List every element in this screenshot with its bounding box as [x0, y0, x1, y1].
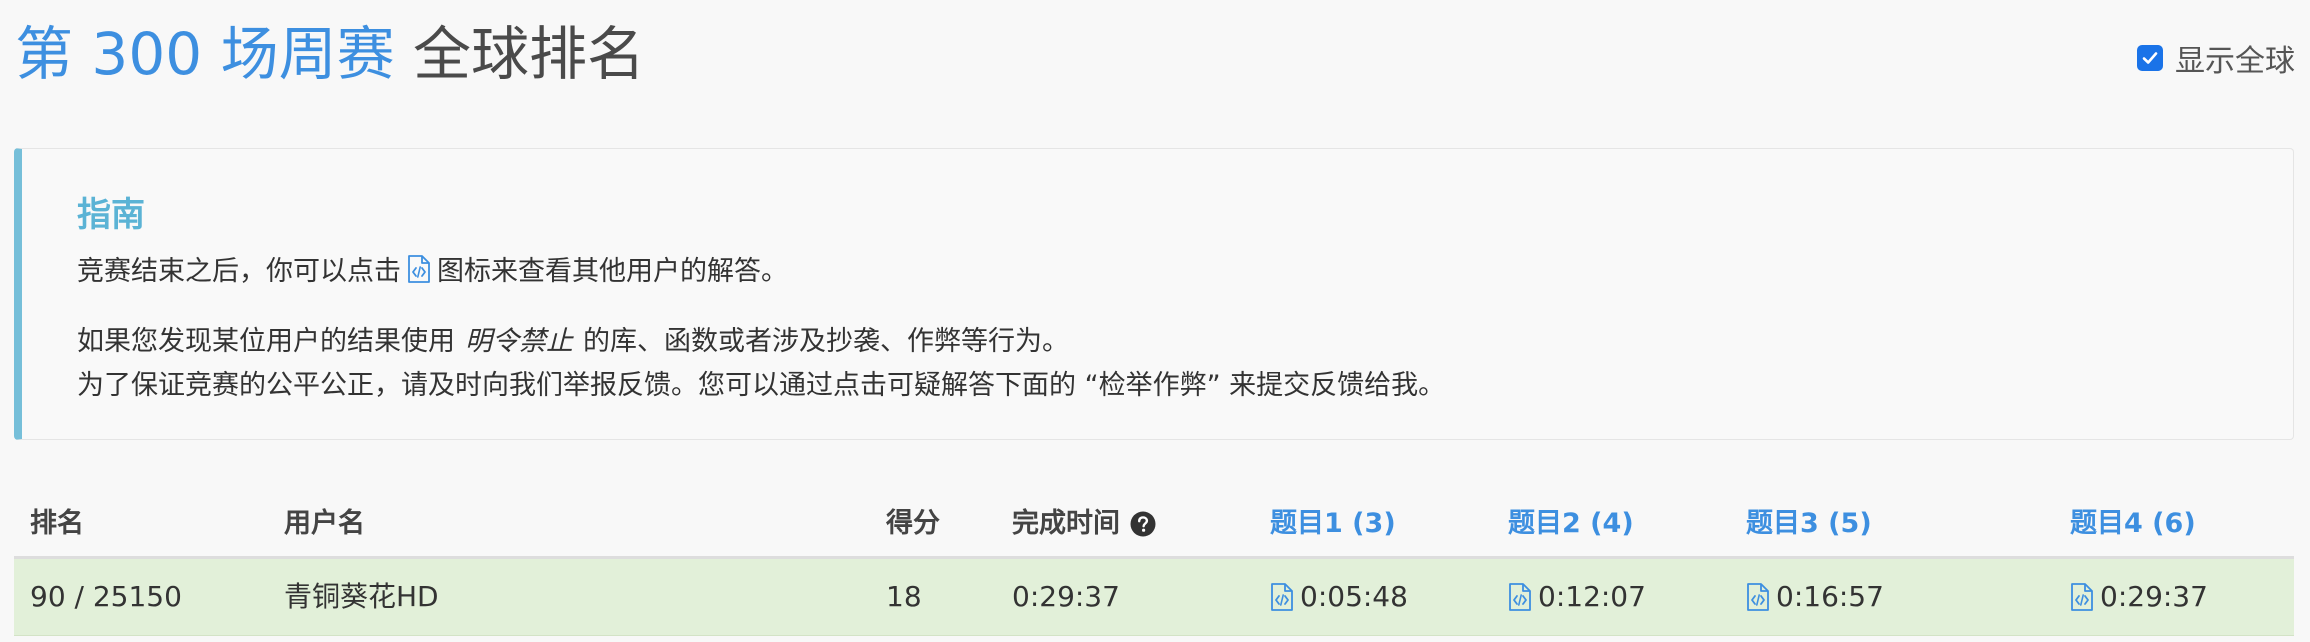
show-global-checkbox[interactable]	[2137, 45, 2163, 71]
ranking-table: 排名 用户名 得分 完成时间 题目1 (3) 题目2 (4) 题目3 (5) 题…	[14, 492, 2294, 636]
q2-time: 0:12:07	[1538, 580, 1646, 613]
username-cell[interactable]: 青铜葵花HD	[284, 559, 439, 635]
finish-time-label: 完成时间	[1012, 508, 1120, 539]
q1-cell: 0:05:48	[1270, 559, 1408, 635]
page-title: 第 300 场周赛 全球排名	[15, 14, 645, 94]
finish-time-cell: 0:29:37	[1012, 580, 1120, 613]
contest-title: 第 300 场周赛	[15, 20, 395, 88]
code-file-icon[interactable]	[1746, 583, 1770, 611]
score-cell: 18	[886, 580, 922, 613]
guide-line-2-emphasis: 明令禁止	[465, 326, 573, 357]
column-header-q1[interactable]: 题目1 (3)	[1270, 492, 1396, 556]
q4-cell: 0:29:37	[2070, 559, 2208, 635]
guide-panel: 指南 竞赛结束之后，你可以点击 图标来查看其他用户的解答。 如果您发现某位用户的…	[14, 148, 2294, 440]
rank-cell: 90 / 25150	[30, 580, 182, 613]
q3-time: 0:16:57	[1776, 580, 1884, 613]
column-header-rank: 排名	[30, 508, 84, 539]
q2-cell: 0:12:07	[1508, 559, 1646, 635]
code-file-icon[interactable]	[2070, 583, 2094, 611]
column-header-q4[interactable]: 题目4 (6)	[2070, 492, 2196, 556]
table-row: 90 / 25150 青铜葵花HD 18 0:29:37 0:05:48 0:1…	[14, 559, 2294, 636]
guide-title: 指南	[77, 195, 145, 235]
guide-line-2-before: 如果您发现某位用户的结果使用	[77, 326, 455, 357]
title-suffix: 全球排名	[413, 20, 646, 88]
column-header-score: 得分	[886, 508, 940, 539]
guide-line-1-after: 图标来查看其他用户的解答。	[437, 256, 788, 287]
column-header-q3[interactable]: 题目3 (5)	[1746, 492, 1872, 556]
column-header-finish-time: 完成时间	[1012, 492, 1156, 556]
q1-time: 0:05:48	[1300, 580, 1408, 613]
column-header-q2[interactable]: 题目2 (4)	[1508, 492, 1634, 556]
guide-line-3: 为了保证竞赛的公平公正，请及时向我们举报反馈。您可以通过点击可疑解答下面的 “检…	[77, 363, 1445, 402]
show-global-toggle[interactable]: 显示全球	[2137, 40, 2295, 79]
checkmark-icon	[2142, 52, 2158, 64]
code-file-icon[interactable]	[1270, 583, 1294, 611]
code-file-icon	[407, 254, 431, 283]
guide-line-2: 如果您发现某位用户的结果使用 明令禁止 的库、函数或者涉及抄袭、作弊等行为。	[77, 319, 1069, 358]
guide-line-1-before: 竞赛结束之后，你可以点击	[77, 256, 401, 287]
code-file-icon[interactable]	[1508, 583, 1532, 611]
show-global-label: 显示全球	[2175, 44, 2295, 79]
page-header: 第 300 场周赛 全球排名 显示全球	[15, 14, 2295, 94]
q4-time: 0:29:37	[2100, 580, 2208, 613]
question-circle-icon[interactable]	[1130, 511, 1156, 537]
column-header-username: 用户名	[284, 508, 365, 539]
guide-line-2-after: 的库、函数或者涉及抄袭、作弊等行为。	[583, 326, 1069, 357]
guide-line-1: 竞赛结束之后，你可以点击 图标来查看其他用户的解答。	[77, 249, 788, 288]
q3-cell: 0:16:57	[1746, 559, 1884, 635]
guide-line-3-text: 为了保证竞赛的公平公正，请及时向我们举报反馈。您可以通过点击可疑解答下面的 “检…	[77, 370, 1446, 401]
table-header: 排名 用户名 得分 完成时间 题目1 (3) 题目2 (4) 题目3 (5) 题…	[14, 492, 2294, 559]
